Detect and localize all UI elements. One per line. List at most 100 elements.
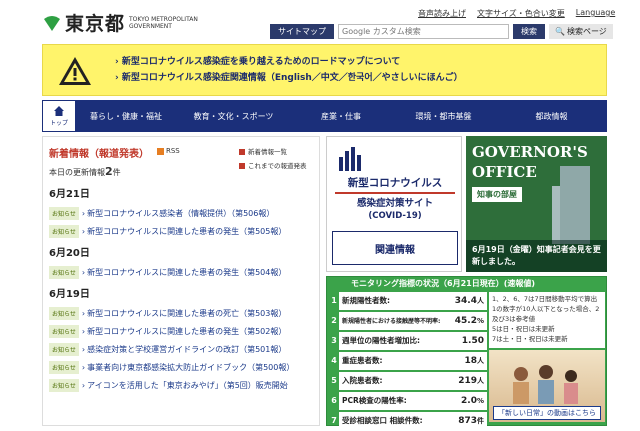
news-item[interactable]: お知らせ › 事業者向け東京都感染拡大防止ガイドブック（第500報） (49, 358, 315, 376)
news-item[interactable]: お知らせ › 新型コロナウイルスに関連した患者の死亡（第503報） (49, 304, 315, 322)
row-number: 6 (331, 396, 337, 405)
news-item[interactable]: お知らせ › 新型コロナウイルスに関連した患者の発生（第504報） (49, 263, 315, 281)
news-text: 新型コロナウイルスに関連した患者の発生（第505報） (87, 226, 287, 236)
row-label: 週単位の陽性者増加比: (342, 336, 420, 345)
legend-note: 5は日・祝日は未更新 (492, 325, 555, 333)
home-icon (54, 106, 64, 116)
tokyo-logo[interactable]: 東京都 TOKYO METROPOLITAN GOVERNMENT (42, 9, 198, 36)
news-tag: お知らせ (49, 378, 79, 392)
util-link-language[interactable]: Language (576, 8, 615, 19)
covid-alert-banner: 新型コロナウイルス感染症を乗り越えるためのロードマップについて 新型コロナウイル… (42, 44, 607, 96)
monitoring-legend: 1、2、6、7は7日間移動平均で算出 1の数字が10人以下となった場合、2及び3… (489, 292, 605, 348)
bar-graph-icon (339, 147, 361, 171)
row-unit: 人 (477, 356, 484, 365)
new-normal-video-banner[interactable]: 「新しい日常」の動画はこちら (489, 350, 605, 422)
monitoring-row: 1 新規陽性者数: 34.4人 (329, 291, 487, 310)
search-button[interactable]: 検索 (513, 24, 545, 39)
row-unit: 件 (477, 416, 484, 425)
row-number: 4 (331, 356, 337, 365)
nav-item-government[interactable]: 都政情報 (496, 100, 607, 132)
monitoring-rows: 1 新規陽性者数: 34.4人 2 新規陽性者における接触歴等不明率: 45.2% 3週… (329, 291, 487, 431)
row-label: 重症患者数: (342, 356, 383, 365)
util-link-voice[interactable]: 音声読み上げ (418, 8, 466, 19)
news-panel: 新着情報（報道発表） RSS 新着情報一覧 これまでの報道発表 本日の更新情報2… (42, 136, 320, 426)
news-item[interactable]: お知らせ › 新型コロナウイルスに関連した患者の発生（第502報） (49, 322, 315, 340)
today-label: 本日の更新情報 (49, 168, 105, 177)
row-label: PCR検査の陽性率: (342, 396, 407, 405)
row-value: 45.2 (454, 315, 477, 326)
related-info-button[interactable]: 関連情報 (332, 231, 458, 265)
nav-item-environment[interactable]: 環境・都市基盤 (391, 100, 496, 132)
logo-english-2: GOVERNMENT (129, 22, 172, 30)
logo-japanese: 東京都 (65, 13, 126, 35)
monitoring-row: 2 新規陽性者における接触歴等不明率: 45.2% (329, 311, 487, 330)
news-list-link[interactable]: 新着情報一覧 (239, 145, 307, 159)
row-value: 2.0 (461, 395, 477, 406)
search-page-button[interactable]: 🔍 検索ページ (549, 24, 613, 39)
news-item[interactable]: お知らせ › 新型コロナウイルスに関連した患者の発生（第505報） (49, 222, 315, 240)
news-item[interactable]: お知らせ › 新型コロナウイルス感染者（情報提供）（第506報） (49, 204, 315, 222)
nav-top[interactable]: トップ (42, 100, 76, 132)
news-tag: お知らせ (49, 324, 79, 338)
monitoring-head: モニタリング指標の状況（6月21日現在）(速報値) (351, 279, 536, 288)
sitemap-button[interactable]: サイトマップ (270, 24, 334, 39)
news-tag: お知らせ (49, 206, 79, 220)
search-input[interactable] (338, 24, 509, 39)
nav-item-industry[interactable]: 産業・仕事 (291, 100, 391, 132)
row-value: 34.4 (454, 295, 477, 306)
covid-site-banner[interactable]: 新型コロナウイルス 感染症対策サイト (COVID-19) 関連情報 (326, 136, 462, 272)
row-value: 1.50 (461, 335, 484, 346)
chevron-right-icon: › (81, 267, 86, 277)
news-item[interactable]: お知らせ › アイコンを活用した「東京おみやげ」（第5回）販売開始 (49, 376, 315, 394)
monitoring-row: 7 受診相談窓口 相談件数: 873件 (329, 411, 487, 430)
monitoring-row: 5 入院患者数: 219人 (329, 371, 487, 390)
news-list: 6月21日 お知らせ › 新型コロナウイルス感染者（情報提供）（第506報） お知ら… (49, 181, 315, 394)
news-text: 新型コロナウイルスに関連した患者の発生（第504報） (87, 267, 287, 277)
alert-link-roadmap[interactable]: 新型コロナウイルス感染症を乗り越えるためのロードマップについて (115, 54, 463, 70)
main-nav: トップ 暮らし・健康・福祉 教育・文化・スポーツ 産業・仕事 環境・都市基盤 都… (42, 100, 607, 132)
legend-note: 7は土・日・祝日は未更新 (492, 335, 568, 343)
news-title: 新着情報（報道発表） (49, 149, 149, 160)
governors-office-banner[interactable]: GOVERNOR'S OFFICE 知事の部屋 6月19日（金曜）知事記者会見を更… (466, 136, 607, 272)
news-tag: お知らせ (49, 224, 79, 238)
rss-label: RSS (166, 147, 180, 155)
monitoring-row: 4 重症患者数: 18人 (329, 351, 487, 370)
row-value: 219 (458, 375, 477, 386)
util-link-fontsize[interactable]: 文字サイズ・色合い変更 (477, 8, 565, 19)
monitoring-row: 3 週単位の陽性者増加比: 1.50 (329, 331, 487, 350)
news-tag: お知らせ (49, 265, 79, 279)
people-illustration-icon (513, 365, 578, 404)
new-normal-video-link[interactable]: 「新しい日常」の動画はこちら (493, 406, 601, 420)
row-number: 7 (331, 416, 337, 425)
covid-title-3: (COVID-19) (368, 211, 422, 221)
news-text: 新型コロナウイルス感染者（情報提供）（第506報） (87, 208, 275, 218)
press-archive-link[interactable]: これまでの報道発表 (239, 159, 307, 173)
today-updates: 本日の更新情報2件 (49, 165, 121, 178)
row-unit: % (476, 316, 484, 325)
chevron-right-icon: › (81, 308, 86, 318)
monitoring-row: 6 PCR検査の陽性率: 2.0% (329, 391, 487, 410)
row-unit: % (476, 396, 484, 405)
rss-link[interactable]: RSS (157, 147, 180, 155)
alert-link-covid-info[interactable]: 新型コロナウイルス感染症関連情報（English／中文／한국어／やさしいにほんご… (115, 70, 463, 86)
chevron-right-icon: › (81, 208, 86, 218)
chevron-right-icon: › (81, 226, 86, 236)
governor-caption: 6月19日（金曜）知事記者会見を更新しました。 (466, 240, 607, 272)
row-value: 18 (464, 355, 477, 366)
covid-title-1: 新型コロナウイルス (335, 175, 455, 194)
utility-links: 音声読み上げ 文字サイズ・色合い変更 Language (418, 8, 615, 19)
chevron-right-icon: › (81, 326, 86, 336)
gov-title-2: OFFICE (472, 163, 537, 181)
news-tag: お知らせ (49, 306, 79, 320)
ginkgo-logo-icon (44, 15, 60, 31)
gov-title-1: GOVERNOR'S (472, 143, 588, 161)
row-unit: 人 (477, 296, 484, 305)
nav-item-life[interactable]: 暮らし・健康・福祉 (76, 100, 176, 132)
nav-item-education[interactable]: 教育・文化・スポーツ (176, 100, 291, 132)
legend-note: 1の数字が10人以下となった場合、2及び3は参考値 (492, 305, 600, 323)
news-item[interactable]: お知らせ › 感染症対策と学校運営ガイドラインの改訂（第501報） (49, 340, 315, 358)
chevron-right-icon: › (81, 380, 86, 390)
today-count: 2 (105, 165, 113, 178)
nav-top-label: トップ (49, 120, 68, 127)
monitoring-panel[interactable]: モニタリング指標の状況（6月21日現在）(速報値) 1 新規陽性者数: 34.4人 … (326, 276, 607, 430)
